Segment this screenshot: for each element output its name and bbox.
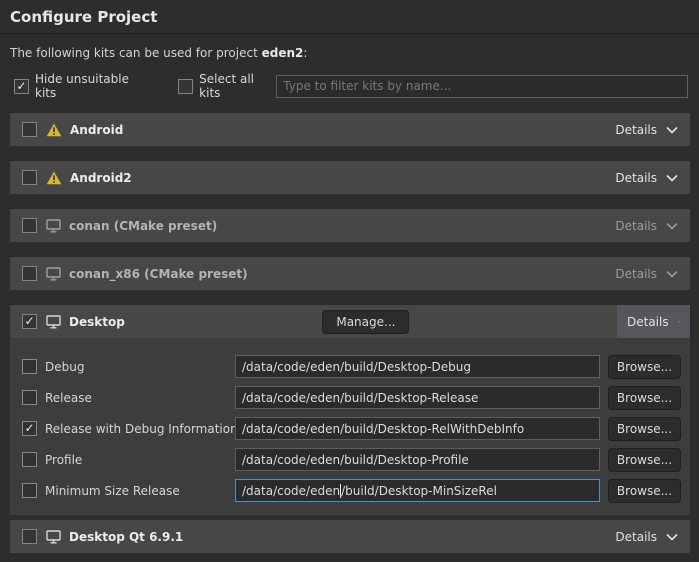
build-config-row-minsizerel: Minimum Size Release /data/code/eden/bui… <box>10 475 690 506</box>
title-divider <box>0 33 699 34</box>
manage-kits-button[interactable]: Manage... <box>322 310 409 334</box>
config-option[interactable]: Release with Debug Information <box>22 421 235 436</box>
kit-android2: Android2 Details <box>10 161 690 194</box>
config-option[interactable]: Release <box>22 390 235 405</box>
details-toggle[interactable]: Details <box>603 161 690 194</box>
kit-filter-input[interactable] <box>276 75 688 98</box>
details-toggle[interactable]: Details <box>617 305 690 338</box>
details-toggle[interactable]: Details <box>603 520 690 553</box>
desktop-icon <box>46 219 61 233</box>
config-option[interactable]: Profile <box>22 452 235 467</box>
build-dir-input[interactable] <box>235 448 600 471</box>
details-label: Details <box>615 171 657 185</box>
kit-android: Android Details <box>10 113 690 146</box>
config-label: Profile <box>45 453 82 467</box>
intro-text: The following kits can be used for proje… <box>10 46 689 60</box>
warning-icon <box>46 171 62 185</box>
kit-desktop-qt-691: Desktop Qt 6.9.1 Details <box>10 520 690 553</box>
kit-label: Desktop <box>69 315 125 329</box>
chevron-down-icon <box>666 270 678 278</box>
page-title: Configure Project <box>0 0 699 33</box>
kit-checkbox[interactable] <box>22 122 37 137</box>
config-option[interactable]: Minimum Size Release <box>22 483 235 498</box>
details-toggle[interactable]: Details <box>603 257 690 290</box>
kit-label: conan_x86 (CMake preset) <box>69 267 248 281</box>
details-label: Details <box>627 315 669 329</box>
chevron-down-icon <box>666 222 678 230</box>
browse-button[interactable]: Browse... <box>608 386 681 410</box>
kit-desktop: Desktop Manage... Details Debug Browse..… <box>10 305 690 515</box>
build-dir-input[interactable] <box>235 417 600 440</box>
kit-label: Android2 <box>70 171 132 185</box>
kit-filter-toolbar: Hide unsuitable kits Select all kits <box>14 72 688 100</box>
browse-button[interactable]: Browse... <box>608 417 681 441</box>
select-all-kits-option[interactable]: Select all kits <box>178 72 276 100</box>
project-name: eden2 <box>262 46 304 60</box>
details-label: Details <box>615 530 657 544</box>
kit-header[interactable]: conan (CMake preset) Details <box>10 209 690 242</box>
chevron-up-icon <box>678 318 680 326</box>
desktop-icon <box>46 530 61 544</box>
desktop-icon <box>46 315 61 329</box>
build-dir-input-focused[interactable]: /data/code/eden/build/Desktop-MinSizeRel <box>235 479 600 502</box>
path-text-after-caret: /build/Desktop-MinSizeRel <box>341 484 497 498</box>
config-option[interactable]: Debug <box>22 359 235 374</box>
config-checkbox[interactable] <box>22 359 37 374</box>
kit-checkbox[interactable] <box>22 314 37 329</box>
kit-label: conan (CMake preset) <box>69 219 217 233</box>
intro-suffix: : <box>303 46 307 60</box>
details-label: Details <box>615 123 657 137</box>
config-checkbox[interactable] <box>22 390 37 405</box>
chevron-down-icon <box>666 174 678 182</box>
desktop-icon <box>46 267 61 281</box>
kit-checkbox[interactable] <box>22 266 37 281</box>
kit-header[interactable]: conan_x86 (CMake preset) Details <box>10 257 690 290</box>
intro-prefix: The following kits can be used for proje… <box>10 46 262 60</box>
config-label: Minimum Size Release <box>45 484 180 498</box>
hide-unsuitable-checkbox[interactable] <box>14 79 29 94</box>
hide-unsuitable-kits-option[interactable]: Hide unsuitable kits <box>14 72 150 100</box>
details-label: Details <box>615 219 657 233</box>
build-dir-input[interactable] <box>235 355 600 378</box>
chevron-down-icon <box>666 533 678 541</box>
kit-header[interactable]: Android Details <box>10 113 690 146</box>
kit-header[interactable]: Android2 Details <box>10 161 690 194</box>
select-all-label: Select all kits <box>199 72 276 100</box>
kit-checkbox[interactable] <box>22 218 37 233</box>
config-checkbox[interactable] <box>22 483 37 498</box>
browse-button[interactable]: Browse... <box>608 479 681 503</box>
config-label: Debug <box>45 360 84 374</box>
config-label: Release with Debug Information <box>45 422 238 436</box>
build-config-row-profile: Profile Browse... <box>10 444 690 475</box>
config-checkbox[interactable] <box>22 421 37 436</box>
build-config-panel: Debug Browse... Release Browse... Releas… <box>10 338 690 515</box>
path-text-before-caret: /data/code/eden <box>242 484 340 498</box>
details-label: Details <box>615 267 657 281</box>
build-config-row-debug: Debug Browse... <box>10 351 690 382</box>
details-toggle[interactable]: Details <box>603 113 690 146</box>
build-dir-input[interactable] <box>235 386 600 409</box>
kit-conan-x86: conan_x86 (CMake preset) Details <box>10 257 690 290</box>
build-config-row-relwithdebinfo: Release with Debug Information Browse... <box>10 413 690 444</box>
browse-button[interactable]: Browse... <box>608 355 681 379</box>
kit-checkbox[interactable] <box>22 529 37 544</box>
kit-label: Desktop Qt 6.9.1 <box>69 530 183 544</box>
select-all-checkbox[interactable] <box>178 79 193 94</box>
chevron-down-icon <box>666 126 678 134</box>
kit-header[interactable]: Desktop Manage... Details <box>10 305 690 338</box>
warning-icon <box>46 123 62 137</box>
kit-header[interactable]: Desktop Qt 6.9.1 Details <box>10 520 690 553</box>
config-checkbox[interactable] <box>22 452 37 467</box>
config-label: Release <box>45 391 92 405</box>
kit-checkbox[interactable] <box>22 170 37 185</box>
kit-conan: conan (CMake preset) Details <box>10 209 690 242</box>
browse-button[interactable]: Browse... <box>608 448 681 472</box>
build-config-row-release: Release Browse... <box>10 382 690 413</box>
details-toggle[interactable]: Details <box>603 209 690 242</box>
hide-unsuitable-label: Hide unsuitable kits <box>35 72 150 100</box>
kit-list: Android Details Android2 Details <box>10 113 690 553</box>
kit-label: Android <box>70 123 123 137</box>
